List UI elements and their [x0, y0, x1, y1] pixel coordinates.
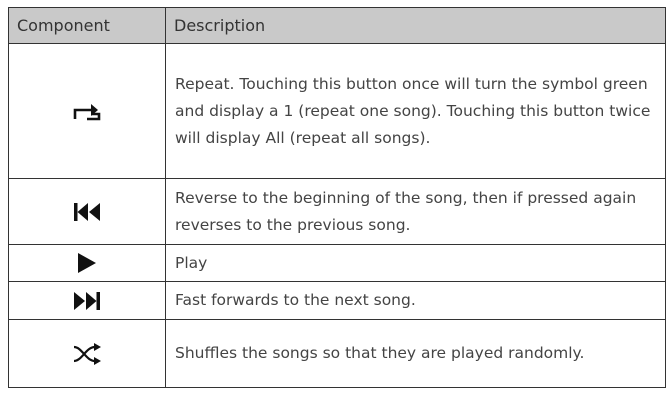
description-cell: Reverse to the beginning of the song, th…	[165, 178, 666, 245]
play-icon	[78, 253, 96, 273]
component-cell	[8, 43, 166, 179]
description-cell: Fast forwards to the next song.	[165, 281, 666, 320]
repeat-icon	[73, 104, 101, 121]
table-row: Fast forwards to the next song.	[8, 281, 666, 320]
component-cell	[8, 244, 166, 282]
component-cell	[8, 319, 166, 388]
header-description-label: Description	[174, 16, 266, 35]
table-row: Shuffles the songs so that they are play…	[8, 319, 666, 388]
skip-back-icon	[74, 202, 100, 221]
components-table: Component Description Repeat. Touching t…	[8, 7, 666, 388]
shuffle-icon	[73, 342, 101, 365]
description-cell: Repeat. Touching this button once will t…	[165, 43, 666, 179]
skip-forward-icon	[74, 291, 100, 310]
component-cell	[8, 178, 166, 245]
header-description: Description	[165, 7, 666, 44]
header-component: Component	[8, 7, 166, 44]
description-cell: Play	[165, 244, 666, 282]
description-cell: Shuffles the songs so that they are play…	[165, 319, 666, 388]
table-row: Play	[8, 244, 666, 282]
table-row: Reverse to the beginning of the song, th…	[8, 178, 666, 245]
table-header-row: Component Description	[8, 7, 666, 44]
header-component-label: Component	[17, 16, 110, 35]
table-row: Repeat. Touching this button once will t…	[8, 43, 666, 179]
component-cell	[8, 281, 166, 320]
